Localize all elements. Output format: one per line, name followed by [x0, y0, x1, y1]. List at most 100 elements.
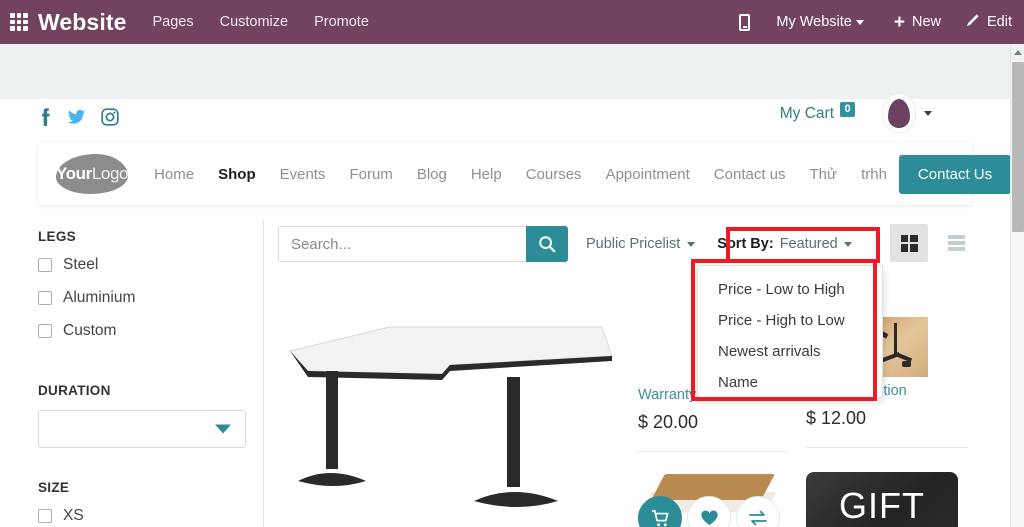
- nav-item-shop[interactable]: Shop: [206, 166, 268, 183]
- menu-promote[interactable]: Promote: [314, 14, 369, 30]
- site-selector[interactable]: My Website: [776, 14, 864, 30]
- chevron-down-icon: [215, 424, 231, 434]
- nav-item-forum[interactable]: Forum: [337, 166, 404, 183]
- twitter-icon[interactable]: [68, 107, 85, 127]
- menu-customize[interactable]: Customize: [220, 14, 289, 30]
- nav-item-help[interactable]: Help: [459, 166, 514, 183]
- filter-group-title-size: SIZE: [38, 480, 70, 495]
- edit-button-label: Edit: [987, 14, 1012, 30]
- cable-tray-thumbnail[interactable]: [638, 472, 786, 527]
- scrollbar-thumb[interactable]: [1012, 62, 1024, 232]
- gift-card-thumbnail[interactable]: GIFT CARD: [806, 472, 958, 527]
- logo-text-bold: Your: [56, 164, 92, 183]
- app-title: Website: [38, 8, 127, 35]
- sort-option-name[interactable]: Name: [698, 367, 882, 398]
- product-filters-sidebar: LEGS Steel Aluminium Custom DURATION SIZ…: [38, 229, 248, 527]
- product-actions: [638, 496, 780, 527]
- instagram-icon[interactable]: [101, 107, 119, 127]
- compare-button[interactable]: [736, 496, 780, 527]
- search-input[interactable]: [278, 226, 526, 262]
- website-page: My Cart 0 YourLogo Home Shop Events Foru…: [0, 44, 1010, 527]
- social-links: [40, 107, 119, 127]
- grid-view-button[interactable]: [890, 224, 928, 262]
- view-mode-toggle: [890, 224, 975, 262]
- contact-us-button[interactable]: Contact Us: [898, 154, 1010, 194]
- filter-option-steel[interactable]: Steel: [38, 256, 248, 274]
- mobile-preview-icon[interactable]: [739, 13, 751, 31]
- edit-button[interactable]: Edit: [965, 13, 1012, 32]
- chevron-down-icon: [855, 19, 864, 25]
- scroll-up-arrow[interactable]: [1011, 44, 1024, 60]
- sort-option-price-low-high[interactable]: Price - Low to High: [698, 274, 882, 305]
- filter-option-xs[interactable]: XS: [38, 507, 248, 525]
- shop-toolbar: Public Pricelist Sort By: Featured: [278, 224, 965, 262]
- search-button[interactable]: [526, 226, 568, 262]
- filter-option-custom[interactable]: Custom: [38, 322, 248, 340]
- site-selector-label: My Website: [776, 14, 852, 30]
- apps-grid-icon[interactable]: [10, 13, 28, 31]
- divider: [806, 447, 968, 448]
- cart-link[interactable]: My Cart 0: [779, 101, 855, 123]
- sort-option-newest-arrivals[interactable]: Newest arrivals: [698, 336, 882, 367]
- duration-select[interactable]: [38, 410, 246, 448]
- list-view-icon: [947, 234, 965, 252]
- menu-pages[interactable]: Pages: [152, 14, 193, 30]
- avatar[interactable]: [883, 94, 915, 132]
- plus-icon: +: [893, 11, 905, 33]
- chevron-down-icon: [687, 241, 696, 247]
- filter-label-steel: Steel: [63, 256, 99, 273]
- checkbox-xs[interactable]: [38, 509, 52, 523]
- compare-icon: [749, 510, 767, 526]
- add-to-cart-button[interactable]: [638, 496, 682, 527]
- new-button-label: New: [911, 14, 941, 30]
- nav-item-contact-us[interactable]: Contact us: [702, 166, 798, 183]
- nav-item-home[interactable]: Home: [142, 166, 206, 183]
- product-image-desk[interactable]: [282, 299, 632, 527]
- site-logo[interactable]: YourLogo: [56, 154, 128, 194]
- sort-option-price-high-low[interactable]: Price - High to Low: [698, 305, 882, 336]
- checkbox-aluminium[interactable]: [38, 291, 52, 305]
- search-icon: [539, 236, 556, 253]
- filter-label-xs: XS: [63, 507, 84, 524]
- checkbox-steel[interactable]: [38, 258, 52, 272]
- logo-text-light: Logo: [91, 164, 129, 183]
- nav-item-thu[interactable]: Thử: [798, 166, 850, 183]
- pricelist-dropdown[interactable]: Public Pricelist: [586, 236, 696, 252]
- list-view-button[interactable]: [937, 224, 975, 262]
- nav-item-appointment[interactable]: Appointment: [594, 166, 702, 183]
- filter-group-title-legs: LEGS: [38, 229, 76, 244]
- cart-count-badge: 0: [840, 101, 855, 117]
- nav-item-events[interactable]: Events: [268, 166, 338, 183]
- chevron-down-icon: [843, 241, 852, 247]
- wishlist-button[interactable]: [687, 496, 731, 527]
- divider: [638, 451, 786, 452]
- page-scrollbar[interactable]: [1010, 44, 1024, 527]
- product-card-gift-card[interactable]: GIFT CARD: [806, 472, 968, 527]
- pricelist-label: Public Pricelist: [586, 236, 681, 252]
- chevron-down-icon: [924, 110, 932, 116]
- product-price: $ 20.00: [638, 412, 699, 432]
- site-sub-header: [0, 44, 1010, 99]
- nav-item-trhh[interactable]: trhh: [849, 166, 899, 183]
- nav-item-courses[interactable]: Courses: [514, 166, 594, 183]
- grid-view-icon: [900, 234, 918, 252]
- sort-by-dropdown[interactable]: Sort By: Featured: [717, 236, 852, 252]
- filter-option-aluminium[interactable]: Aluminium: [38, 289, 248, 307]
- site-nav-items: Home Shop Events Forum Blog Help Courses…: [142, 166, 899, 183]
- filter-group-title-duration: DURATION: [38, 383, 111, 398]
- odoo-top-bar: Website Pages Customize Promote My Websi…: [0, 0, 1024, 44]
- cart-icon: [651, 509, 669, 526]
- facebook-icon[interactable]: [40, 107, 52, 127]
- product-card-cable-management[interactable]: Cable Management: [638, 472, 786, 527]
- filter-label-custom: Custom: [63, 322, 117, 339]
- new-button[interactable]: + New: [894, 13, 941, 32]
- filter-label-aluminium: Aluminium: [63, 289, 136, 306]
- nav-item-blog[interactable]: Blog: [405, 166, 459, 183]
- user-menu[interactable]: [883, 94, 932, 132]
- search-group: [278, 226, 568, 262]
- site-navbar: YourLogo Home Shop Events Forum Blog Hel…: [38, 143, 1010, 205]
- sort-by-label: Sort By:: [717, 236, 774, 252]
- cart-label: My Cart: [779, 105, 834, 122]
- checkbox-custom[interactable]: [38, 324, 52, 338]
